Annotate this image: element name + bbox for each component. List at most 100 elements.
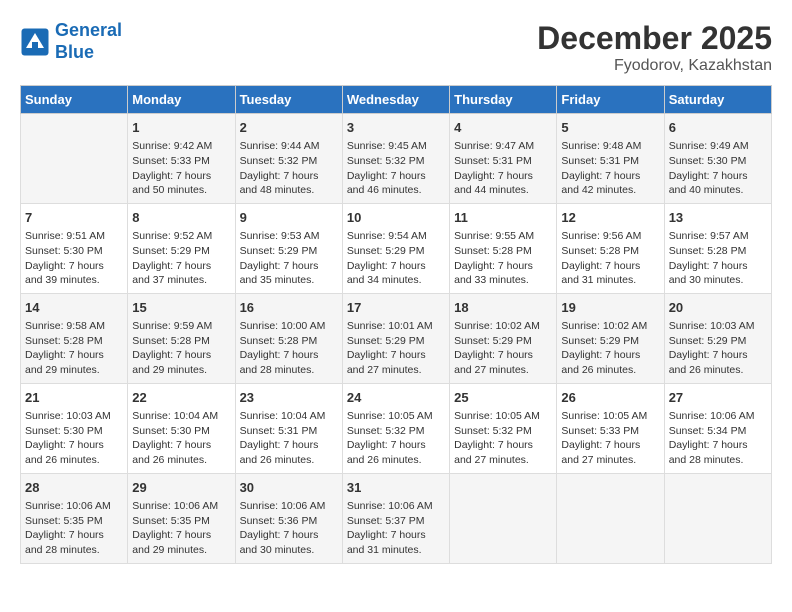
day-info: Sunrise: 10:00 AM Sunset: 5:28 PM Daylig…: [240, 319, 338, 378]
calendar-cell: 27Sunrise: 10:06 AM Sunset: 5:34 PM Dayl…: [664, 383, 771, 473]
day-number: 13: [669, 209, 767, 227]
day-number: 4: [454, 119, 552, 137]
day-info: Sunrise: 10:03 AM Sunset: 5:30 PM Daylig…: [25, 409, 123, 468]
day-info: Sunrise: 9:54 AM Sunset: 5:29 PM Dayligh…: [347, 229, 445, 288]
logo-icon: [20, 27, 50, 57]
calendar-cell: 26 Sunrise: 10:05 AM Sunset: 5:33 PM Dayl…: [557, 383, 664, 473]
day-number: 19: [561, 299, 659, 317]
week-row-2: 7Sunrise: 9:51 AM Sunset: 5:30 PM Daylig…: [21, 203, 772, 293]
column-header-sunday: Sunday: [21, 86, 128, 114]
day-number: 10: [347, 209, 445, 227]
day-number: 30: [240, 479, 338, 497]
column-header-saturday: Saturday: [664, 86, 771, 114]
day-number: 9: [240, 209, 338, 227]
calendar-cell: 15Sunrise: 9:59 AM Sunset: 5:28 PM Dayli…: [128, 293, 235, 383]
calendar-cell: 14 Sunrise: 9:58 AM Sunset: 5:28 PM Dayli…: [21, 293, 128, 383]
page-header: General Blue December 2025 Fyodorov, Kaz…: [20, 20, 772, 75]
day-number: 23: [240, 389, 338, 407]
day-number: 18: [454, 299, 552, 317]
day-number: 5: [561, 119, 659, 137]
day-info: Sunrise: 10:06 AM Sunset: 5:35 PM Daylig…: [132, 499, 230, 558]
day-info: Sunrise: 9:53 AM Sunset: 5:29 PM Dayligh…: [240, 229, 338, 288]
day-info: Sunrise: 9:48 AM Sunset: 5:31 PM Dayligh…: [561, 139, 659, 198]
day-number: 16: [240, 299, 338, 317]
header-row: SundayMondayTuesdayWednesdayThursdayFrid…: [21, 86, 772, 114]
day-number: 2: [240, 119, 338, 137]
day-number: 31: [347, 479, 445, 497]
calendar-cell: 25Sunrise: 10:05 AM Sunset: 5:32 PM Dayl…: [450, 383, 557, 473]
page-title: December 2025: [537, 20, 772, 57]
day-number: 7: [25, 209, 123, 227]
day-info: Sunrise: 9:44 AM Sunset: 5:32 PM Dayligh…: [240, 139, 338, 198]
day-number: 28: [25, 479, 123, 497]
day-number: 21: [25, 389, 123, 407]
day-info: Sunrise: 9:45 AM Sunset: 5:32 PM Dayligh…: [347, 139, 445, 198]
column-header-friday: Friday: [557, 86, 664, 114]
calendar-cell: 30 Sunrise: 10:06 AM Sunset: 5:36 PM Dayl…: [235, 473, 342, 563]
day-info: Sunrise: 9:55 AM Sunset: 5:28 PM Dayligh…: [454, 229, 552, 288]
day-info: Sunrise: 10:06 AM Sunset: 5:34 PM Daylig…: [669, 409, 767, 468]
calendar-cell: 8Sunrise: 9:52 AM Sunset: 5:29 PM Daylig…: [128, 203, 235, 293]
week-row-4: 21 Sunrise: 10:03 AM Sunset: 5:30 PM Dayl…: [21, 383, 772, 473]
calendar-cell: 23Sunrise: 10:04 AM Sunset: 5:31 PM Dayl…: [235, 383, 342, 473]
day-info: Sunrise: 10:01 AM Sunset: 5:29 PM Daylig…: [347, 319, 445, 378]
day-info: Sunrise: 9:58 AM Sunset: 5:28 PM Dayligh…: [25, 319, 123, 378]
day-number: 17: [347, 299, 445, 317]
calendar-cell: [450, 473, 557, 563]
calendar-cell: 1 Sunrise: 9:42 AM Sunset: 5:33 PM Daylig…: [128, 114, 235, 204]
calendar-cell: 13 Sunrise: 9:57 AM Sunset: 5:28 PM Dayli…: [664, 203, 771, 293]
calendar-cell: 28 Sunrise: 10:06 AM Sunset: 5:35 PM Dayl…: [21, 473, 128, 563]
logo-text: General Blue: [55, 20, 122, 63]
calendar-cell: [664, 473, 771, 563]
day-info: Sunrise: 9:49 AM Sunset: 5:30 PM Dayligh…: [669, 139, 767, 198]
page-subtitle: Fyodorov, Kazakhstan: [537, 57, 772, 75]
calendar-cell: 31 Sunrise: 10:06 AM Sunset: 5:37 PM Dayl…: [342, 473, 449, 563]
calendar-cell: 4 Sunrise: 9:47 AM Sunset: 5:31 PM Daylig…: [450, 114, 557, 204]
calendar-cell: 17 Sunrise: 10:01 AM Sunset: 5:29 PM Dayl…: [342, 293, 449, 383]
day-number: 3: [347, 119, 445, 137]
day-number: 26: [561, 389, 659, 407]
calendar-cell: 16 Sunrise: 10:00 AM Sunset: 5:28 PM Dayl…: [235, 293, 342, 383]
week-row-1: 1 Sunrise: 9:42 AM Sunset: 5:33 PM Daylig…: [21, 114, 772, 204]
day-info: Sunrise: 9:42 AM Sunset: 5:33 PM Dayligh…: [132, 139, 230, 198]
week-row-3: 14 Sunrise: 9:58 AM Sunset: 5:28 PM Dayli…: [21, 293, 772, 383]
day-info: Sunrise: 9:56 AM Sunset: 5:28 PM Dayligh…: [561, 229, 659, 288]
day-info: Sunrise: 9:47 AM Sunset: 5:31 PM Dayligh…: [454, 139, 552, 198]
calendar-cell: 18 Sunrise: 10:02 AM Sunset: 5:29 PM Dayl…: [450, 293, 557, 383]
calendar-cell: 19 Sunrise: 10:02 AM Sunset: 5:29 PM Dayl…: [557, 293, 664, 383]
day-info: Sunrise: 9:59 AM Sunset: 5:28 PM Dayligh…: [132, 319, 230, 378]
day-number: 8: [132, 209, 230, 227]
column-header-tuesday: Tuesday: [235, 86, 342, 114]
day-number: 22: [132, 389, 230, 407]
calendar-cell: 29 Sunrise: 10:06 AM Sunset: 5:35 PM Dayl…: [128, 473, 235, 563]
title-block: December 2025 Fyodorov, Kazakhstan: [537, 20, 772, 75]
calendar-cell: [557, 473, 664, 563]
day-info: Sunrise: 10:06 AM Sunset: 5:37 PM Daylig…: [347, 499, 445, 558]
week-row-5: 28 Sunrise: 10:06 AM Sunset: 5:35 PM Dayl…: [21, 473, 772, 563]
day-number: 24: [347, 389, 445, 407]
calendar-cell: [21, 114, 128, 204]
calendar-cell: 9 Sunrise: 9:53 AM Sunset: 5:29 PM Daylig…: [235, 203, 342, 293]
column-header-monday: Monday: [128, 86, 235, 114]
day-info: Sunrise: 10:02 AM Sunset: 5:29 PM Daylig…: [561, 319, 659, 378]
day-info: Sunrise: 10:05 AM Sunset: 5:33 PM Daylig…: [561, 409, 659, 468]
calendar-cell: 20Sunrise: 10:03 AM Sunset: 5:29 PM Dayl…: [664, 293, 771, 383]
column-header-thursday: Thursday: [450, 86, 557, 114]
calendar-cell: 2 Sunrise: 9:44 AM Sunset: 5:32 PM Daylig…: [235, 114, 342, 204]
day-info: Sunrise: 10:04 AM Sunset: 5:30 PM Daylig…: [132, 409, 230, 468]
calendar-cell: 11Sunrise: 9:55 AM Sunset: 5:28 PM Dayli…: [450, 203, 557, 293]
logo: General Blue: [20, 20, 122, 63]
day-number: 6: [669, 119, 767, 137]
calendar-cell: 5 Sunrise: 9:48 AM Sunset: 5:31 PM Daylig…: [557, 114, 664, 204]
calendar-cell: 10 Sunrise: 9:54 AM Sunset: 5:29 PM Dayli…: [342, 203, 449, 293]
day-number: 1: [132, 119, 230, 137]
day-number: 29: [132, 479, 230, 497]
day-info: Sunrise: 10:06 AM Sunset: 5:36 PM Daylig…: [240, 499, 338, 558]
day-info: Sunrise: 9:57 AM Sunset: 5:28 PM Dayligh…: [669, 229, 767, 288]
day-number: 14: [25, 299, 123, 317]
day-number: 25: [454, 389, 552, 407]
day-info: Sunrise: 10:06 AM Sunset: 5:35 PM Daylig…: [25, 499, 123, 558]
calendar-table: SundayMondayTuesdayWednesdayThursdayFrid…: [20, 85, 772, 564]
day-info: Sunrise: 10:02 AM Sunset: 5:29 PM Daylig…: [454, 319, 552, 378]
calendar-cell: 6 Sunrise: 9:49 AM Sunset: 5:30 PM Daylig…: [664, 114, 771, 204]
